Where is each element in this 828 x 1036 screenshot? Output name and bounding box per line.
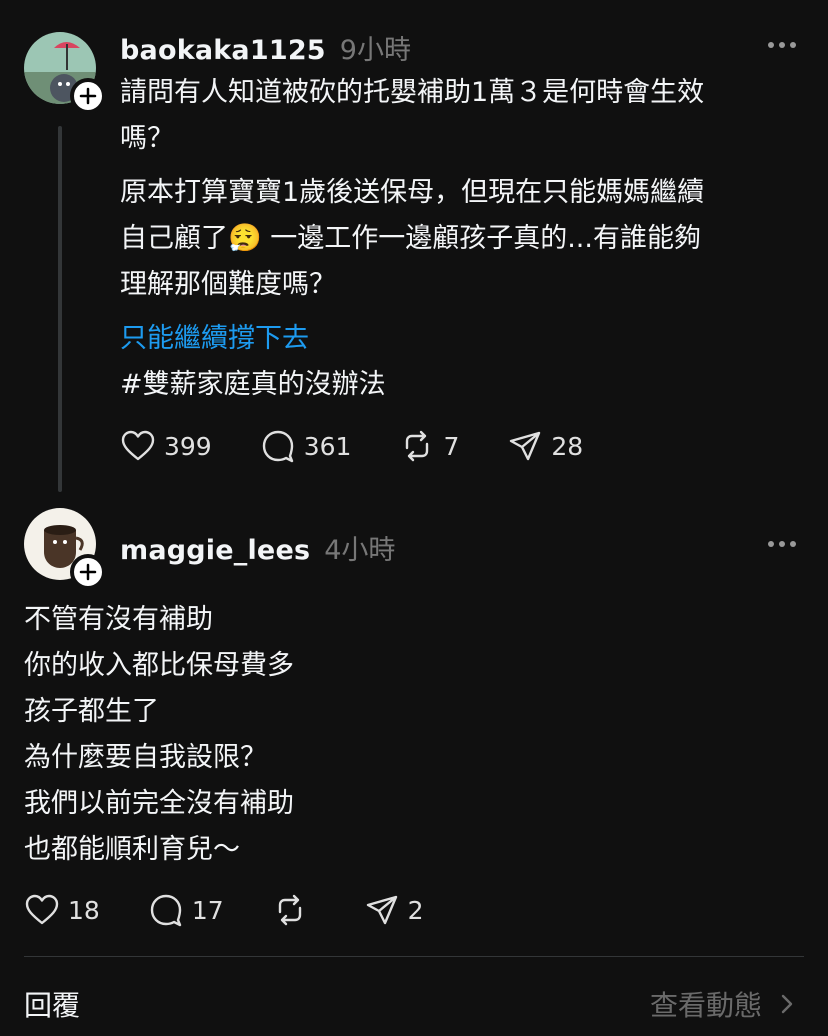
share-icon: [366, 895, 397, 925]
like-count: 399: [164, 431, 212, 461]
view-activity-button[interactable]: 查看動態: [650, 984, 798, 1024]
timestamp: 9小時: [339, 35, 411, 66]
post1-avatar-wrap[interactable]: [24, 32, 106, 114]
view-activity-label: 查看動態: [649, 989, 762, 1022]
text-line: 為什麼要自我設限？: [24, 742, 267, 773]
share-count: 28: [551, 431, 584, 461]
repost-button[interactable]: 7: [399, 428, 459, 464]
repost-count: 7: [443, 431, 460, 461]
username[interactable]: baokaka1125: [120, 35, 326, 66]
post2-avatar-wrap[interactable]: [24, 508, 106, 590]
repost-button[interactable]: [272, 892, 316, 928]
comment-count: 361: [303, 431, 352, 461]
share-icon: [510, 431, 541, 461]
post2-actions: 18 17 2: [24, 892, 472, 928]
divider: [24, 956, 804, 957]
post1-body-2: 原本打算寶寶1歲後送保母，但現在只能媽媽繼續 自己顧了😮‍💨 一邊工作一邊顧孩子…: [120, 170, 704, 308]
thread-line: [58, 126, 62, 492]
text-line: 請問有人知道被砍的托嬰補助1萬３是何時會生效: [120, 77, 705, 108]
text-line: 你的收入都比保母費多: [24, 650, 294, 681]
comment-icon: [150, 894, 182, 927]
comment-count: 17: [191, 895, 224, 925]
plus-icon: [79, 563, 97, 581]
like-button[interactable]: 18: [24, 892, 100, 928]
text-line: 不管有沒有補助: [24, 604, 213, 635]
repost-icon: [406, 430, 429, 462]
text-line: 理解那個難度嗎？: [120, 269, 336, 300]
like-count: 18: [68, 895, 100, 925]
username[interactable]: maggie_lees: [120, 535, 310, 566]
post1-tags: 只能繼續撐下去 #雙薪家庭真的沒辦法: [120, 316, 386, 408]
timestamp: 4小時: [324, 535, 396, 566]
topic-link[interactable]: 只能繼續撐下去: [120, 316, 386, 362]
post2-header: maggie_lees 4小時: [120, 528, 395, 567]
post2-body: 不管有沒有補助 你的收入都比保母費多 孩子都生了 為什麼要自我設限？ 我們以前完…: [24, 597, 294, 873]
chevron-right-icon: [781, 994, 793, 1014]
share-button[interactable]: 28: [507, 428, 583, 464]
post1-actions: 399 361 7 28: [120, 428, 631, 464]
reply-button[interactable]: 回覆: [24, 984, 80, 1024]
text-line: 嗎？: [120, 123, 174, 154]
comment-button[interactable]: 361: [260, 428, 352, 464]
text-line: 也都能順利育兒～: [24, 834, 240, 865]
like-button[interactable]: 399: [120, 428, 212, 464]
post1-body: 請問有人知道被砍的托嬰補助1萬３是何時會生效 嗎？: [120, 70, 704, 162]
heart-icon: [25, 894, 59, 925]
more-icon[interactable]: [768, 42, 796, 48]
share-count: 2: [407, 895, 424, 925]
hashtag[interactable]: #雙薪家庭真的沒辦法: [120, 362, 386, 408]
comment-icon: [262, 430, 293, 463]
post1-header: baokaka1125 9小時: [120, 28, 411, 67]
plus-icon: [79, 87, 97, 105]
follow-button[interactable]: [70, 554, 106, 590]
text-line: 我們以前完全沒有補助: [24, 788, 294, 819]
text-line: 孩子都生了: [24, 696, 159, 727]
share-button[interactable]: 2: [364, 892, 424, 928]
text-line: 原本打算寶寶1歲後送保母，但現在只能媽媽繼續: [120, 177, 705, 208]
repost-icon: [278, 894, 301, 926]
text-line: 自己顧了😮‍💨 一邊工作一邊顧孩子真的...有誰能夠: [120, 223, 701, 254]
heart-icon: [121, 430, 155, 461]
comment-button[interactable]: 17: [148, 892, 224, 928]
more-icon[interactable]: [768, 541, 796, 547]
follow-button[interactable]: [70, 78, 106, 114]
